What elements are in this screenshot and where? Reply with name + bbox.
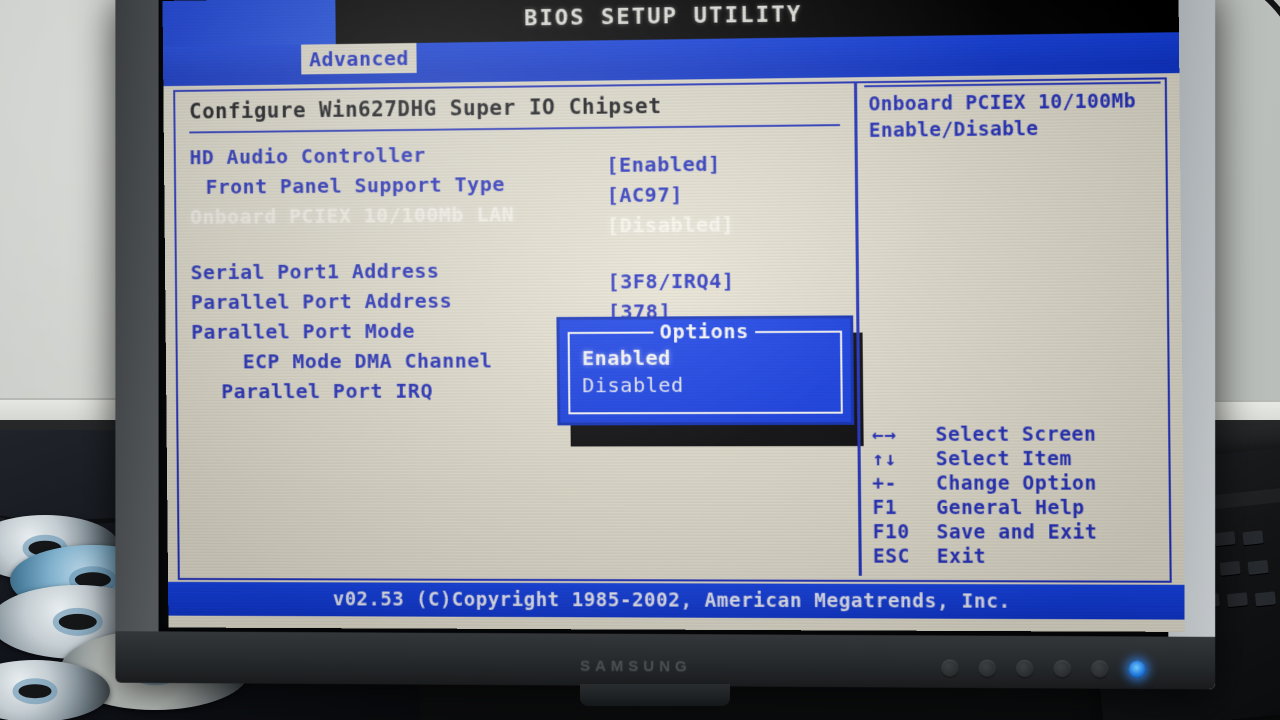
key-desc: Save and Exit bbox=[936, 521, 1098, 544]
bios-footer: v02.53 (C)Copyright 1985-2002, American … bbox=[168, 581, 1185, 620]
setting-label: Parallel Port Address bbox=[190, 288, 453, 315]
setting-row-serial-port1-address[interactable]: Serial Port1 Address [3F8/IRQ4] bbox=[190, 256, 844, 294]
content-panel: Configure Win627DHG Super IO Chipset HD … bbox=[173, 77, 1172, 583]
monitor-brand-label: SAMSUNG bbox=[580, 657, 692, 676]
key-symbol-esc: ESC bbox=[872, 545, 910, 568]
setting-label: Front Panel Support Type bbox=[205, 171, 505, 199]
page-title: Configure Win627DHG Super IO Chipset bbox=[189, 93, 662, 124]
help-text-line-2: Enable/Disable bbox=[868, 117, 1039, 142]
key-symbol-up-down-arrow-icon: ↑↓ bbox=[871, 448, 897, 471]
options-popup-items: Enabled Disabled bbox=[582, 346, 684, 401]
setting-row-onboard-pciex-lan[interactable]: Onboard PCIEX 10/100Mb LAN [Disabled] bbox=[190, 199, 843, 237]
setting-value[interactable]: [Disabled] bbox=[607, 212, 734, 237]
osd-button[interactable] bbox=[1091, 660, 1109, 678]
monitor-bezel: BIOS SETUP UTILITY Advanced Configure Wi… bbox=[115, 0, 1216, 690]
osd-button[interactable] bbox=[1016, 660, 1034, 678]
heading-rule bbox=[189, 124, 841, 134]
title-band-left bbox=[162, 0, 336, 47]
key-legend-row: ↑↓ Select Item bbox=[872, 448, 1162, 473]
key-desc: Select Screen bbox=[935, 423, 1097, 446]
copyright-text: v02.53 (C)Copyright 1985-2002, American … bbox=[332, 588, 1011, 613]
help-text-line-1: Onboard PCIEX 10/100Mb bbox=[868, 90, 1137, 116]
key-symbol-f1: F1 bbox=[872, 496, 898, 520]
setting-row-parallel-port-address[interactable]: Parallel Port Address [378] bbox=[190, 286, 844, 324]
bios-body: Configure Win627DHG Super IO Chipset HD … bbox=[163, 73, 1185, 585]
bios-title: BIOS SETUP UTILITY bbox=[524, 1, 803, 31]
help-rule bbox=[864, 81, 1161, 88]
setting-label: Parallel Port Mode bbox=[191, 318, 416, 344]
key-desc: General Help bbox=[936, 496, 1085, 520]
key-legend-row: F10 Save and Exit bbox=[873, 521, 1163, 546]
tab-advanced[interactable]: Advanced bbox=[301, 42, 418, 75]
osd-button[interactable] bbox=[941, 659, 959, 677]
panel-divider bbox=[853, 83, 862, 576]
setting-label: Serial Port1 Address bbox=[190, 258, 440, 285]
key-desc: Change Option bbox=[935, 472, 1098, 495]
monitor: BIOS SETUP UTILITY Advanced Configure Wi… bbox=[110, 0, 1216, 706]
setting-label: ECP Mode DMA Channel bbox=[242, 348, 493, 374]
key-legend-row: +- Change Option bbox=[872, 472, 1162, 497]
help-panel: Onboard PCIEX 10/100Mb Enable/Disable bbox=[868, 88, 1154, 144]
setting-label: Onboard PCIEX 10/100Mb LAN bbox=[190, 201, 515, 229]
key-desc: Exit bbox=[936, 545, 987, 568]
key-desc: Select Item bbox=[935, 447, 1072, 471]
osd-button[interactable] bbox=[978, 659, 996, 677]
option-item-enabled[interactable]: Enabled bbox=[582, 346, 684, 374]
osd-button[interactable] bbox=[1053, 660, 1071, 678]
key-legend: ←→ Select Screen ↑↓ Select Item +- Chang… bbox=[872, 423, 1164, 570]
options-popup[interactable]: Options Enabled Disabled bbox=[557, 316, 854, 425]
bios-screen: BIOS SETUP UTILITY Advanced Configure Wi… bbox=[162, 0, 1185, 632]
key-symbol-plus-minus: +- bbox=[872, 472, 897, 495]
monitor-stand bbox=[580, 684, 730, 706]
monitor-osd-buttons[interactable] bbox=[941, 659, 1146, 678]
option-item-disabled[interactable]: Disabled bbox=[582, 373, 684, 400]
key-symbol-f10: F10 bbox=[872, 521, 910, 544]
setting-label: HD Audio Controller bbox=[189, 142, 426, 170]
setting-label: Parallel Port IRQ bbox=[221, 378, 434, 404]
key-symbol-left-right-arrow-icon: ←→ bbox=[871, 423, 897, 447]
key-legend-row: F1 General Help bbox=[872, 497, 1162, 522]
key-legend-row: ←→ Select Screen bbox=[872, 423, 1162, 448]
power-button-icon[interactable] bbox=[1128, 660, 1146, 678]
key-legend-row: ESC Exit bbox=[873, 545, 1163, 570]
options-popup-title: Options bbox=[653, 318, 756, 344]
